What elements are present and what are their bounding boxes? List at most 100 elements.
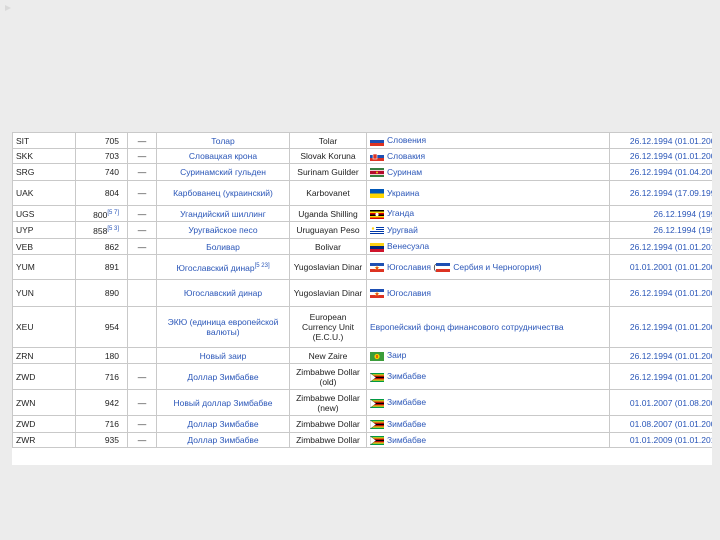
footnote-ref[interactable]: [5 23] [255,263,270,269]
currency-code: UGS [16,208,35,219]
currency-name-link[interactable]: Словацкая крона [189,151,257,161]
country-link[interactable]: Уганда [387,208,414,218]
date-range-cell: 01.01.2009 (01.01.2010) [609,432,712,448]
russian-name-cell: ЭКЮ (единица европейской валюты) [156,306,290,348]
country-link[interactable]: Словения [387,135,426,145]
currency-name-link[interactable]: Угандийский шиллинг [180,209,266,219]
date-range-cell: 26.12.1994 (01.04.2004) [609,163,712,181]
currency-name-link[interactable]: Суринамский гульден [180,167,266,177]
country-cell: Украина [366,180,610,206]
yugoslavia-flag-icon [370,289,384,299]
english-name-cell: European Currency Unit (E.C.U.) [289,306,367,348]
symbol-cell: — [127,415,157,433]
symbol-cell: — [127,132,157,149]
currency-name-link[interactable]: Уругвайское песо [188,225,257,235]
country-cell: Уганда [366,205,610,222]
currency-code-cell: SRG [12,163,76,181]
currency-number-cell: 180 [75,347,128,364]
currency-name-link[interactable]: Новый заир [200,351,247,361]
symbol-placeholder: — [137,225,147,235]
symbol-cell: — [127,363,157,390]
currency-name-link[interactable]: Боливар [206,242,240,252]
table-row: ZRN 180 Новый заир New Zaire Заир 26.12.1994 … [12,347,712,364]
currency-number-cell: 800[5 7] [75,205,128,222]
country-link[interactable]: Словакия [387,151,425,161]
table-row: SRG 740 — Суринамский гульден Surinam Guilde… [12,163,712,181]
currency-code-cell: SKK [12,148,76,164]
country-link[interactable]: Югославия [387,288,431,298]
symbol-placeholder: — [137,241,147,252]
country-link[interactable]: Заир [387,350,406,360]
footnote-ref[interactable]: [5 3] [107,226,119,232]
currency-name-link[interactable]: Карбованец (украинский) [173,188,273,198]
english-name-cell: Surinam Guilder [289,163,367,181]
country-cell: Суринам [366,163,610,181]
date-range: 01.01.2001 (01.01.2004) [629,262,712,272]
currency-name-link[interactable]: Югославский динар [176,263,254,273]
uganda-flag-icon [370,209,384,219]
currency-number: 703 [104,151,119,161]
country-link[interactable]: Украина [387,188,419,198]
date-range: 26.12.1994 (17.09.1996) [629,188,712,198]
country-link[interactable]: Суринам [387,167,422,177]
country-link[interactable]: Зимбабве [387,419,426,429]
russian-name-cell: Боливар [156,238,290,255]
currency-code-cell: YUN [12,279,76,307]
currency-name-link[interactable]: Доллар Зимбабве [187,419,258,429]
country-link[interactable]: Зимбабве [387,371,426,381]
symbol-placeholder: — [137,371,147,382]
currency-number: 935 [104,435,119,445]
country-link[interactable]: Европейский фонд финансового сотрудничес… [370,322,564,332]
currency-name-link[interactable]: Новый доллар Зимбабве [174,398,273,408]
english-name-cell: Yugoslavian Dinar [289,254,367,280]
date-range: 26.12.1994 (01.01.2010) [629,241,712,252]
table-row: UYP 858[5 3] — Уругвайское песо Uruguayan Pe… [12,221,712,239]
english-name-cell: Zimbabwe Dollar [289,432,367,448]
english-name-cell: Zimbabwe Dollar (old) [289,363,367,390]
english-currency-name: Tolar [318,135,338,146]
russian-name-cell: Новый заир [156,347,290,364]
english-currency-name: Zimbabwe Dollar (new) [296,392,360,413]
table-row: ZWD 716 — Доллар Зимбабве Zimbabwe Dollar Зим… [12,415,712,433]
country-cell: Словакия [366,148,610,164]
date-range-cell: 26.12.1994 (1999) [609,221,712,239]
country-cell: Зимбабве [366,432,610,448]
country-cell: Венесуэла [366,238,610,255]
date-range: 26.12.1994 (01.04.2004) [629,167,712,177]
currency-number-cell: 890 [75,279,128,307]
country-link-secondary[interactable]: Сербия и Черногория) [453,262,541,272]
country-link[interactable]: Зимбабве [387,397,426,407]
currency-code-cell: SIT [12,132,76,149]
currency-table: SIT 705 — Толар Tolar Словения 26.12.1994 (01.… [12,132,712,448]
date-range: 01.01.2007 (01.08.2007) [629,397,712,408]
country-link[interactable]: Югославия [387,262,431,272]
currency-number-cell: 716 [75,363,128,390]
date-range: 26.12.1994 (1999) [653,225,712,235]
currency-name-link[interactable]: Доллар Зимбабве [187,372,258,382]
currency-code-cell: YUM [12,254,76,280]
symbol-placeholder: — [137,167,147,177]
english-currency-name: Zimbabwe Dollar (old) [296,366,360,387]
currency-code: ZWR [16,435,36,445]
currency-number: 716 [104,371,119,382]
english-currency-name: Yugoslavian Dinar [293,288,363,298]
symbol-cell: — [127,205,157,222]
country-link[interactable]: Венесуэла [387,241,429,251]
country-link[interactable]: Зимбабве [387,435,426,445]
footnote-ref[interactable]: [5 7] [107,210,119,216]
currency-code: ZWD [16,371,36,382]
currency-name-link[interactable]: ЭКЮ (единица европейской валюты) [168,317,279,337]
currency-code: SRG [16,167,35,177]
table-row: VEB 862 — Боливар Bolivar Венесуэла 26.12.1994… [12,238,712,255]
currency-name-link[interactable]: Толар [211,136,234,146]
currency-code: XEU [16,322,34,332]
date-range-cell: 26.12.1994 (01.01.2001) [609,363,712,390]
russian-name-cell: Доллар Зимбабве [156,415,290,433]
english-currency-name: Yugoslavian Dinar [293,262,363,272]
country-link[interactable]: Уругвай [387,225,418,235]
currency-name-link[interactable]: Доллар Зимбабве [187,435,258,445]
english-name-cell: New Zaire [289,347,367,364]
zimbabwe-flag-icon [370,420,384,430]
currency-name-link[interactable]: Югославский динар [184,288,262,298]
currency-code-cell: UGS [12,205,76,222]
